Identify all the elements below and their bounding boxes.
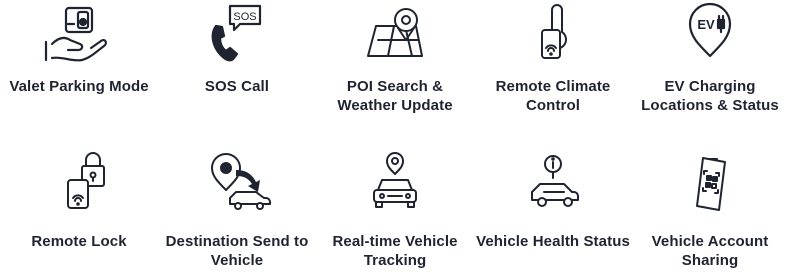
feature-sos-call: SOS SOS Call — [158, 0, 316, 96]
phone-qr-icon — [669, 150, 751, 216]
feature-label: Remote Lock — [31, 233, 127, 250]
feature-account-sharing: Vehicle Account Sharing — [631, 150, 789, 270]
feature-vehicle-health: Vehicle Health Status — [474, 150, 632, 251]
feature-label: Vehicle Health Status — [476, 233, 630, 250]
feature-remote-lock: Remote Lock — [0, 150, 158, 251]
feature-valet-parking: Valet Parking Mode — [0, 0, 158, 96]
feature-vehicle-tracking: Real-time Vehicle Tracking — [316, 150, 474, 270]
feature-grid: Valet Parking Mode SOS SOS Call POI Sear… — [0, 0, 789, 275]
map-pin-icon — [354, 0, 436, 66]
phone-sos-icon: SOS — [196, 0, 278, 66]
feature-label: Destination Send to Vehicle — [165, 233, 309, 269]
ev-charging-pin-icon: EV — [669, 0, 751, 66]
feature-destination-send: Destination Send to Vehicle — [158, 150, 316, 270]
feature-remote-climate: Remote Climate Control — [474, 0, 632, 115]
feature-label: SOS Call — [204, 78, 270, 95]
feature-label: Real-time Vehicle Tracking — [332, 233, 458, 269]
sos-text: SOS — [233, 11, 256, 23]
feature-ev-charging: EV EV Charging Locations & Status — [631, 0, 789, 115]
car-location-icon — [354, 150, 436, 216]
feature-poi-search: POI Search & Weather Update — [316, 0, 474, 115]
ev-text: EV — [697, 17, 715, 32]
feature-label: EV Charging Locations & Status — [641, 78, 779, 114]
valet-hand-phone-icon — [38, 0, 120, 66]
feature-label: POI Search & Weather Update — [337, 78, 453, 114]
car-info-icon — [512, 150, 594, 216]
pin-arrow-car-icon — [196, 150, 278, 216]
feature-label: Valet Parking Mode — [9, 78, 149, 95]
lock-phone-icon — [38, 150, 120, 216]
thermometer-phone-icon — [512, 0, 594, 66]
feature-label: Vehicle Account Sharing — [651, 233, 769, 269]
feature-label: Remote Climate Control — [495, 78, 611, 114]
